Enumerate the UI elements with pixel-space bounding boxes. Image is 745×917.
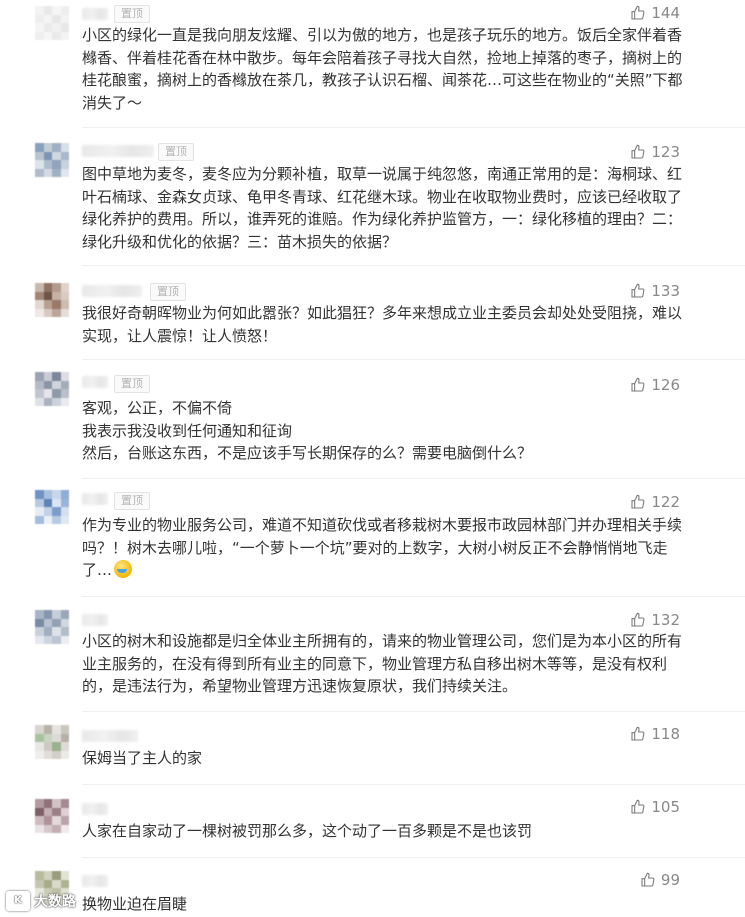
thumbs-up-icon	[631, 726, 645, 741]
divider	[82, 127, 745, 128]
pinned-badge: 置顶	[150, 283, 186, 301]
username[interactable]	[82, 145, 154, 157]
like-count: 144	[651, 4, 680, 22]
divider	[82, 359, 745, 360]
thumbs-up-icon	[631, 5, 645, 20]
username[interactable]	[82, 376, 108, 388]
avatar[interactable]	[35, 799, 69, 833]
like-count: 105	[651, 798, 680, 816]
watermark-logo-icon: K	[6, 891, 30, 911]
username[interactable]	[82, 614, 108, 626]
like-count: 122	[651, 493, 680, 511]
like-button[interactable]: 99	[640, 871, 680, 889]
comment-text-content: 作为专业的物业服务公司，难道不知道砍伐或者移栽树木要报市政园林部门并办理相关手续…	[82, 516, 683, 579]
username[interactable]	[82, 493, 108, 505]
pinned-badge: 置顶	[114, 5, 150, 23]
like-button[interactable]: 144	[630, 4, 680, 22]
pinned-badge: 置顶	[114, 375, 150, 393]
username[interactable]	[82, 8, 108, 20]
like-count: 118	[651, 725, 680, 743]
comment-text: 小区的绿化一直是我向朋友炫耀、引以为傲的地方，也是孩子玩乐的地方。饭后全家伴着香…	[82, 26, 683, 112]
like-button[interactable]: 133	[630, 282, 680, 300]
like-button[interactable]: 132	[630, 611, 680, 629]
like-button[interactable]: 126	[630, 376, 680, 394]
divider	[82, 596, 745, 597]
comment-text: 小区的树木和设施都是归全体业主所拥有的，请来的物业管理公司，您们是为本小区的所有…	[82, 632, 683, 695]
thumbs-up-icon	[631, 283, 645, 298]
like-count: 126	[651, 376, 680, 394]
avatar[interactable]	[35, 490, 69, 524]
comment-text: 图中草地为麦冬，麦冬应为分颗补植，取草一说属于纯忽悠，南通正常用的是：海桐球、红…	[82, 165, 683, 251]
like-button[interactable]: 123	[630, 143, 680, 161]
username[interactable]	[82, 875, 108, 887]
avatar[interactable]	[35, 610, 69, 644]
watermark: K 大数路	[6, 891, 76, 911]
like-count: 99	[660, 871, 680, 889]
avatar[interactable]	[35, 725, 69, 759]
pinned-badge: 置顶	[114, 492, 150, 510]
like-count: 123	[651, 143, 680, 161]
comment-text: 我很好奇朝晖物业为何如此嚣张？如此猖狂？多年来想成立业主委员会却处处受阻挠，难以…	[82, 304, 683, 345]
comment-text: 人家在自家动了一棵树被罚那么多，这个动了一百多颗是不是也该罚	[82, 822, 533, 840]
username[interactable]	[82, 730, 138, 742]
comment-text: 作为专业的物业服务公司，难道不知道砍伐或者移栽树木要报市政园林部门并办理相关手续…	[82, 514, 686, 582]
watermark-text: 大数路	[34, 894, 76, 910]
thumbs-up-icon	[631, 494, 645, 509]
avatar[interactable]	[35, 6, 69, 40]
username[interactable]	[82, 285, 142, 297]
thumbs-up-icon	[631, 799, 645, 814]
comment-text: 客观，公正，不偏不倚 我表示我没收到任何通知和征询 然后，台账这东西，不是应该手…	[82, 399, 533, 462]
thumbs-up-icon	[631, 612, 645, 627]
username[interactable]	[82, 803, 108, 815]
like-count: 133	[651, 282, 680, 300]
thumbs-up-icon	[631, 144, 645, 159]
divider	[82, 478, 745, 479]
avatar[interactable]	[35, 283, 69, 317]
like-button[interactable]: 105	[630, 798, 680, 816]
avatar[interactable]	[35, 143, 69, 177]
comment-text: 保姆当了主人的家	[82, 749, 203, 767]
divider	[82, 784, 745, 785]
avatar[interactable]	[35, 372, 69, 406]
divider	[82, 265, 745, 266]
divider	[82, 711, 745, 712]
pinned-badge: 置顶	[158, 143, 194, 161]
divider	[82, 857, 745, 858]
thumbs-up-icon	[631, 377, 645, 392]
like-button[interactable]: 118	[630, 725, 680, 743]
sweat-smile-emoji-icon	[114, 560, 133, 578]
like-button[interactable]: 122	[630, 493, 680, 511]
thumbs-up-icon	[641, 872, 655, 887]
like-count: 132	[651, 611, 680, 629]
comment-text: 换物业迫在眉睫	[82, 895, 188, 913]
